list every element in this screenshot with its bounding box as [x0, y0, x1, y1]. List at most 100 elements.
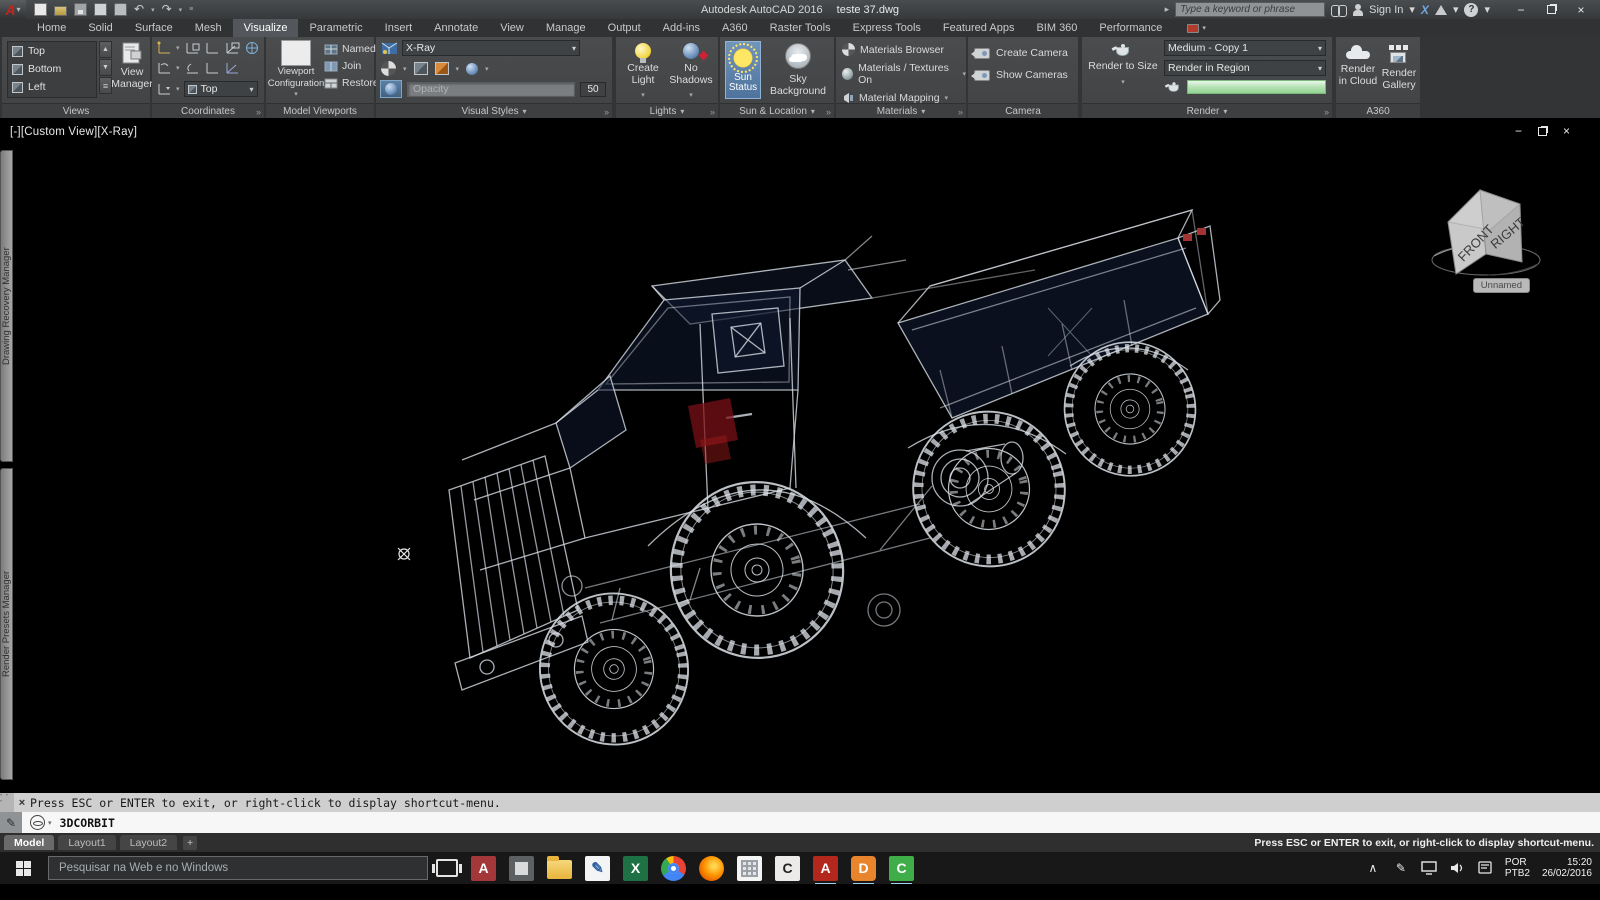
lighting-quality-icon[interactable] — [435, 62, 449, 75]
no-shadows-button[interactable]: No Shadows ▾ — [668, 43, 714, 102]
undo-caret-icon[interactable]: ▾ — [151, 6, 155, 14]
views-scrollbar[interactable]: ▲ ▼ ≡ — [99, 41, 112, 94]
exchange-apps-icon[interactable]: X — [1421, 3, 1429, 17]
a360-caret-icon[interactable]: ▾ — [1453, 3, 1459, 16]
xray-toggle-button[interactable] — [380, 80, 402, 98]
tab-layout1[interactable]: Layout1 — [58, 835, 115, 850]
minimize-button[interactable]: − — [1506, 0, 1536, 19]
save-as-icon[interactable] — [94, 3, 107, 16]
edge-effects-icon[interactable] — [414, 62, 428, 75]
ucs-icon[interactable] — [184, 61, 200, 75]
ucs-icon[interactable] — [156, 82, 172, 96]
task-view-button[interactable] — [436, 859, 458, 877]
tab-performance[interactable]: Performance — [1088, 19, 1173, 37]
tray-chevron-up-icon[interactable]: ∧ — [1365, 860, 1381, 876]
dropdown-caret-icon[interactable]: ▾ — [456, 65, 460, 73]
tab-layout2[interactable]: Layout2 — [120, 835, 177, 850]
viewcube-ucs-menu[interactable]: Unnamed — [1473, 278, 1530, 293]
create-camera-button[interactable]: Create Camera — [974, 47, 1068, 59]
ucs-caret-icon[interactable]: ▾ — [176, 44, 180, 52]
views-list[interactable]: Top Bottom Left — [7, 41, 97, 98]
panel-expander-icon[interactable]: » — [1324, 107, 1329, 117]
ribbon-display-toggle[interactable]: ▾ — [1187, 19, 1206, 37]
tab-featured-apps[interactable]: Featured Apps — [932, 19, 1026, 37]
scroll-down-icon[interactable]: ▼ — [99, 59, 112, 76]
tray-pen-icon[interactable]: ✎ — [1393, 860, 1409, 876]
ucs-icon[interactable] — [204, 61, 220, 75]
sign-in-button[interactable]: Sign In — [1369, 4, 1403, 16]
panel-label-camera[interactable]: Camera — [968, 103, 1078, 118]
notes-app-icon[interactable]: ✎ — [585, 856, 610, 881]
view-cube[interactable]: FRONT RIGHT — [1428, 160, 1548, 290]
panel-label-coordinates[interactable]: Coordinates» — [152, 103, 264, 118]
named-viewports-button[interactable]: Named — [324, 43, 379, 55]
tab-bim-360[interactable]: BIM 360 — [1025, 19, 1088, 37]
join-viewports-button[interactable]: Join — [324, 60, 379, 72]
clock[interactable]: 15:20 26/02/2016 — [1542, 857, 1592, 879]
render-in-cloud-button[interactable]: Render in Cloud — [1338, 45, 1378, 87]
start-button[interactable] — [0, 852, 46, 884]
speaker-icon[interactable] — [1449, 860, 1465, 876]
ucs-icon[interactable] — [224, 41, 240, 55]
command-close-icon[interactable]: × — [14, 797, 30, 809]
camtasia-recorder-icon[interactable]: C — [889, 856, 914, 881]
shading-sphere-icon[interactable] — [466, 63, 478, 75]
network-icon[interactable] — [1421, 860, 1437, 876]
close-button[interactable]: × — [1566, 0, 1596, 19]
panel-label-views[interactable]: Views — [2, 103, 150, 118]
opacity-value[interactable]: 50 — [580, 82, 606, 97]
ucs-globe-icon[interactable] — [244, 41, 260, 55]
ucs-icon[interactable] — [156, 61, 172, 75]
show-cameras-button[interactable]: Show Cameras — [974, 69, 1068, 81]
viewport-configuration-button[interactable]: Viewport Configuration ▾ — [270, 40, 322, 101]
tab-add-ins[interactable]: Add-ins — [652, 19, 711, 37]
new-file-icon[interactable] — [34, 3, 47, 16]
tab-solid[interactable]: Solid — [77, 19, 123, 37]
undo-icon[interactable]: ↶ — [134, 3, 144, 16]
autocad-taskbar-icon[interactable]: A — [813, 856, 838, 881]
named-ucs-dropdown[interactable]: Top ▾ — [184, 81, 258, 97]
command-grip-handle[interactable]: • • • — [0, 793, 14, 812]
tab-raster-tools[interactable]: Raster Tools — [759, 19, 842, 37]
restore-button[interactable] — [1536, 0, 1566, 19]
tab-express-tools[interactable]: Express Tools — [842, 19, 932, 37]
taskbar-search-input[interactable]: Pesquisar na Web e no Windows — [48, 856, 428, 880]
tab-model[interactable]: Model — [4, 835, 54, 850]
panel-label-visual-styles[interactable]: Visual Styles▾» — [376, 103, 612, 118]
render-preset-dropdown[interactable]: Medium - Copy 1▾ — [1164, 40, 1326, 56]
panel-label-lights[interactable]: Lights▾» — [616, 103, 718, 118]
excel-icon[interactable]: X — [623, 856, 648, 881]
panel-label-a360[interactable]: A360 — [1336, 103, 1420, 118]
tab-home[interactable]: Home — [26, 19, 77, 37]
face-style-icon[interactable] — [381, 61, 396, 76]
ucs-icon[interactable] — [156, 41, 172, 55]
help-caret-icon[interactable]: ▾ — [1484, 3, 1490, 16]
scroll-up-icon[interactable]: ▲ — [99, 41, 112, 58]
firefox-icon[interactable] — [699, 856, 724, 881]
tab-insert[interactable]: Insert — [374, 19, 424, 37]
camtasia-icon[interactable]: C — [775, 856, 800, 881]
ucs-icon[interactable] — [184, 41, 200, 55]
calculator-icon[interactable] — [737, 856, 762, 881]
panel-label-sun-location[interactable]: Sun & Location▾» — [720, 103, 834, 118]
tab-output[interactable]: Output — [597, 19, 652, 37]
render-to-size-button[interactable]: Render to Size ▾ — [1086, 43, 1160, 88]
materials-browser-button[interactable]: Materials Browser — [842, 43, 966, 56]
scroll-grip-icon[interactable]: ≡ — [99, 77, 112, 94]
panel-expander-icon[interactable]: » — [604, 107, 609, 117]
tab-visualize[interactable]: Visualize — [233, 19, 299, 37]
ucs-caret-icon[interactable]: ▾ — [176, 85, 180, 93]
visual-style-dropdown[interactable]: X-Ray ▾ — [402, 40, 580, 56]
restore-viewports-button[interactable]: Restore — [324, 77, 379, 89]
sun-status-button[interactable]: Sun Status — [725, 41, 761, 99]
chrome-icon[interactable] — [661, 856, 686, 881]
language-indicator[interactable]: POR PTB2 — [1505, 857, 1530, 879]
application-menu-button[interactable]: A ▾ — [0, 0, 26, 19]
new-layout-button[interactable]: + — [183, 836, 197, 850]
customize-qat-icon[interactable]: ≡ — [189, 6, 193, 13]
notification-icon[interactable] — [1477, 860, 1493, 876]
panel-expander-icon[interactable]: » — [256, 107, 261, 117]
ucs-caret-icon[interactable]: ▾ — [176, 64, 180, 72]
ucs-icon[interactable] — [204, 41, 220, 55]
customize-wrench-icon[interactable]: ✎ — [0, 812, 22, 833]
